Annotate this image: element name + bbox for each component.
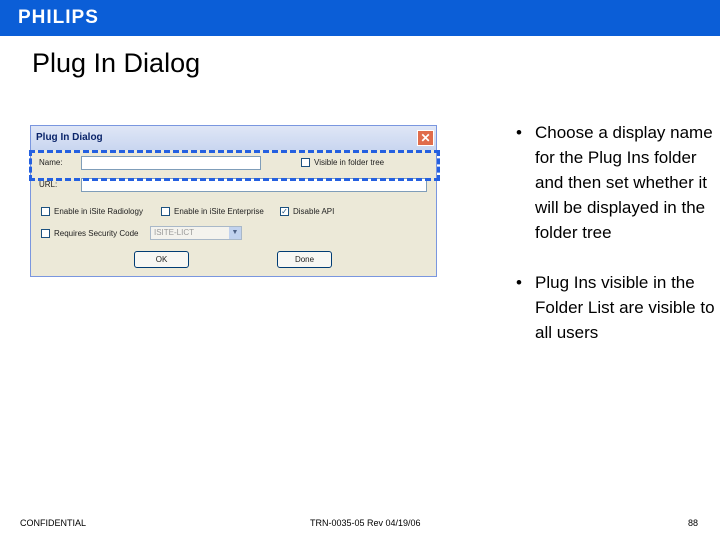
url-label: URL: <box>39 180 58 189</box>
bullet-dot: • <box>516 123 522 142</box>
enable-enterprise-checkbox[interactable] <box>161 207 170 216</box>
dialog-title: Plug In Dialog <box>36 132 103 143</box>
bullet-dot: • <box>516 273 522 292</box>
footer-page-number: 88 <box>688 518 699 528</box>
requires-security-code-checkbox[interactable] <box>41 229 50 238</box>
bullet-list: • Choose a display name for the Plug Ins… <box>516 120 716 345</box>
chevron-down-icon[interactable]: ▼ <box>229 227 241 239</box>
requires-security-code-label: Requires Security Code <box>54 229 139 238</box>
bullet-item: • Choose a display name for the Plug Ins… <box>516 120 716 245</box>
security-code-select[interactable]: ISITE-LICT ▼ <box>150 226 242 240</box>
disable-api-label: Disable API <box>293 207 335 216</box>
bullet-text: Plug Ins visible in the Folder List are … <box>535 273 715 342</box>
ok-button[interactable]: OK <box>134 251 189 268</box>
footer-confidential: CONFIDENTIAL <box>20 518 87 528</box>
philips-logo: PHILIPS <box>18 7 99 28</box>
highlight-box <box>29 150 440 181</box>
dialog-titlebar: Plug In Dialog ✕ <box>31 126 436 150</box>
footer-doc-id: TRN-0035-05 Rev 04/19/06 <box>310 518 421 528</box>
enable-enterprise-label: Enable in iSite Enterprise <box>174 207 264 216</box>
slide-title: Plug In Dialog <box>32 48 201 78</box>
disable-api-checkbox[interactable]: ✓ <box>280 207 289 216</box>
security-code-value: ISITE-LICT <box>154 228 195 237</box>
enable-radiology-checkbox[interactable] <box>41 207 50 216</box>
bullet-item: • Plug Ins visible in the Folder List ar… <box>516 270 716 345</box>
plug-in-dialog: Plug In Dialog ✕ Name: Visible in folder… <box>30 125 437 277</box>
enable-radiology-label: Enable in iSite Radiology <box>54 207 143 216</box>
done-button[interactable]: Done <box>277 251 332 268</box>
close-icon[interactable]: ✕ <box>417 130 434 146</box>
bullet-text: Choose a display name for the Plug Ins f… <box>535 123 713 242</box>
header-bar: PHILIPS <box>0 0 720 36</box>
